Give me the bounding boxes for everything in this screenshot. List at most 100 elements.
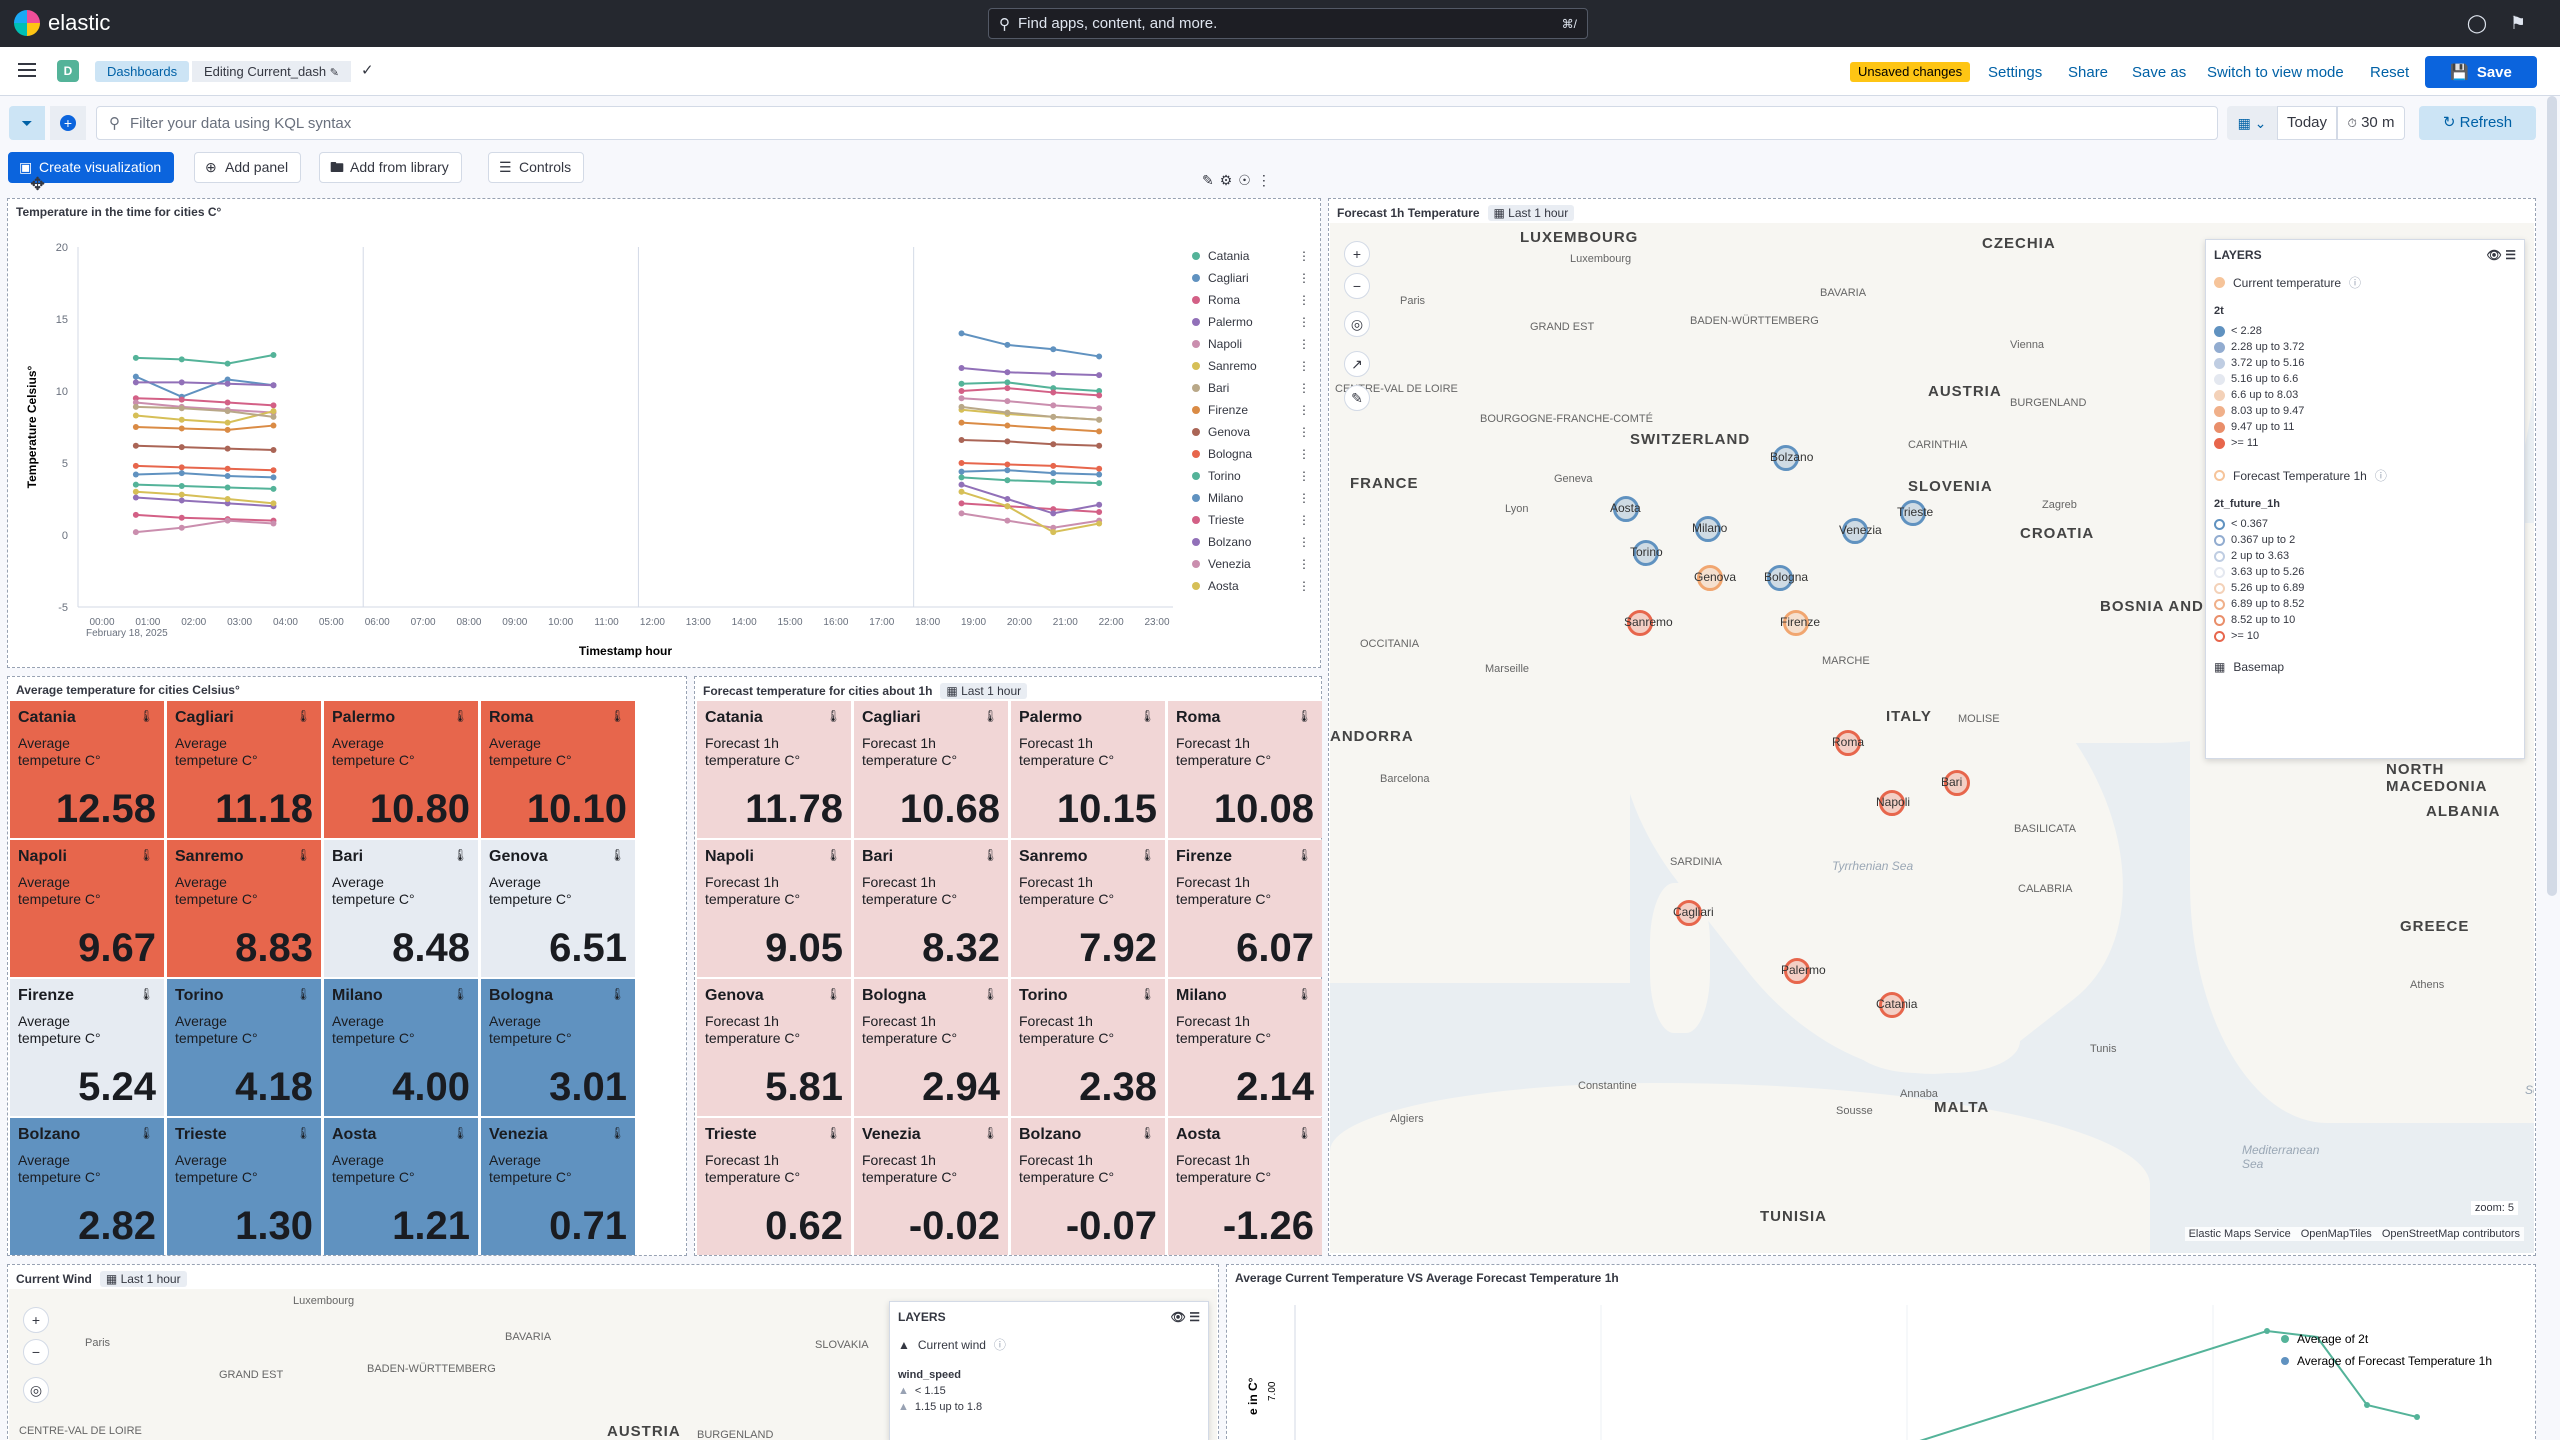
global-search[interactable]: ⚲ Find apps, content, and more. ⌘/ bbox=[988, 8, 1588, 39]
layers-actions[interactable]: 👁 ☰ bbox=[2487, 248, 2516, 262]
metric-card[interactable]: Sanremo Forecast 1h temperature C° 7.92 🌡 bbox=[1011, 840, 1165, 977]
metric-card[interactable]: Venezia Average tempeture C° 0.71 🌡 bbox=[481, 1118, 635, 1255]
legend-more-icon[interactable]: ⋮ bbox=[1298, 337, 1310, 351]
metric-card[interactable]: Torino Forecast 1h temperature C° 2.38 🌡 bbox=[1011, 979, 1165, 1116]
legend-label[interactable]: Torino bbox=[1208, 469, 1241, 483]
layer-basemap[interactable]: ▦ Basemap bbox=[2206, 656, 2524, 678]
zoom-out-button[interactable]: − bbox=[23, 1339, 49, 1365]
legend-label[interactable]: Venezia bbox=[1208, 557, 1251, 571]
metric-card[interactable]: Roma Forecast 1h temperature C° 10.08 🌡 bbox=[1168, 701, 1322, 838]
metric-card[interactable]: Bologna Forecast 1h temperature C° 2.94 🌡 bbox=[854, 979, 1008, 1116]
legend-more-icon[interactable]: ⋮ bbox=[1298, 403, 1310, 417]
legend-more-icon[interactable]: ⋮ bbox=[1298, 447, 1310, 461]
share-link[interactable]: Share bbox=[2068, 64, 2108, 81]
check-icon[interactable]: ✓ bbox=[361, 61, 374, 79]
legend-label[interactable]: Roma bbox=[1208, 293, 1240, 307]
space-avatar[interactable]: D bbox=[57, 60, 79, 82]
metric-card[interactable]: Bolzano Forecast 1h temperature C° -0.07 🌡 bbox=[1011, 1118, 1165, 1255]
layer-current-wind[interactable]: ▲ Current wind ⓘ bbox=[890, 1332, 1208, 1357]
legend-more-icon[interactable]: ⋮ bbox=[1298, 579, 1310, 593]
refresh-button[interactable]: ↻ Refresh bbox=[2419, 106, 2536, 140]
legend-label[interactable]: Bolzano bbox=[1208, 535, 1252, 549]
metric-card[interactable]: Torino Average tempeture C° 4.18 🌡 bbox=[167, 979, 321, 1116]
legend-label[interactable]: Firenze bbox=[1208, 403, 1248, 417]
layers-actions[interactable]: 👁 ☰ bbox=[1171, 1310, 1200, 1324]
page-scrollbar[interactable] bbox=[2547, 96, 2557, 896]
move-icon[interactable]: ✥ bbox=[30, 174, 45, 195]
menu-icon[interactable] bbox=[18, 63, 36, 77]
metric-card[interactable]: Firenze Forecast 1h temperature C° 6.07 🌡 bbox=[1168, 840, 1322, 977]
add-filter-button[interactable]: + bbox=[50, 106, 86, 140]
metric-card[interactable]: Genova Forecast 1h temperature C° 5.81 🌡 bbox=[697, 979, 851, 1116]
metric-card[interactable]: Cagliari Average tempeture C° 11.18 🌡 bbox=[167, 701, 321, 838]
metric-card[interactable]: Catania Average tempeture C° 12.58 🌡 bbox=[10, 701, 164, 838]
legend-more-icon[interactable]: ⋮ bbox=[1298, 315, 1310, 329]
metric-card[interactable]: Venezia Forecast 1h temperature C° -0.02 🌡 bbox=[854, 1118, 1008, 1255]
fit-bounds-icon[interactable]: ◎ bbox=[1344, 311, 1370, 337]
save-button[interactable]: 💾 Save bbox=[2425, 56, 2537, 88]
metric-card[interactable]: Trieste Average tempeture C° 1.30 🌡 bbox=[167, 1118, 321, 1255]
fit-bounds-icon[interactable]: ◎ bbox=[23, 1377, 49, 1403]
legend-label[interactable]: Milano bbox=[1208, 491, 1244, 505]
forecast-map[interactable]: LUXEMBOURG CZECHIA FRANCE SWITZERLAND AUSTRI… bbox=[1330, 223, 2534, 1253]
attribution-link[interactable]: Elastic Maps Service bbox=[2189, 1228, 2291, 1240]
metric-card[interactable]: Bari Forecast 1h temperature C° 8.32 🌡 bbox=[854, 840, 1008, 977]
date-range[interactable]: Today bbox=[2277, 106, 2337, 140]
notifications-icon[interactable]: ⚑ bbox=[2507, 12, 2529, 34]
save-as-link[interactable]: Save as bbox=[2132, 64, 2186, 81]
metric-card[interactable]: Catania Forecast 1h temperature C° 11.78 🌡 bbox=[697, 701, 851, 838]
legend-label[interactable]: Palermo bbox=[1208, 315, 1253, 329]
metric-card[interactable]: Napoli Average tempeture C° 9.67 🌡 bbox=[10, 840, 164, 977]
metric-card[interactable]: Palermo Average tempeture C° 10.80 🌡 bbox=[324, 701, 478, 838]
add-from-library-button[interactable]: 🖿 Add from library bbox=[319, 152, 462, 183]
legend-label[interactable]: Aosta bbox=[1208, 579, 1239, 593]
reset-link[interactable]: Reset bbox=[2370, 64, 2409, 81]
legend-more-icon[interactable]: ⋮ bbox=[1298, 425, 1310, 439]
legend-more-icon[interactable]: ⋮ bbox=[1298, 381, 1310, 395]
legend-more-icon[interactable]: ⋮ bbox=[1298, 491, 1310, 505]
legend-more-icon[interactable]: ⋮ bbox=[1298, 513, 1310, 527]
metric-card[interactable]: Cagliari Forecast 1h temperature C° 10.68 🌡 bbox=[854, 701, 1008, 838]
settings-link[interactable]: Settings bbox=[1988, 64, 2042, 81]
metric-card[interactable]: Milano Average tempeture C° 4.00 🌡 bbox=[324, 979, 478, 1116]
help-icon[interactable]: ◯ bbox=[2466, 12, 2488, 34]
metric-card[interactable]: Bolzano Average tempeture C° 2.82 🌡 bbox=[10, 1118, 164, 1255]
explore-icon[interactable]: ☉ bbox=[1238, 172, 1251, 194]
legend-more-icon[interactable]: ⋮ bbox=[1298, 557, 1310, 571]
metric-card[interactable]: Aosta Average tempeture C° 1.21 🌡 bbox=[324, 1118, 478, 1255]
metric-card[interactable]: Aosta Forecast 1h temperature C° -1.26 🌡 bbox=[1168, 1118, 1322, 1255]
controls-button[interactable]: ☰ Controls bbox=[488, 152, 585, 183]
metric-card[interactable]: Genova Average tempeture C° 6.51 🌡 bbox=[481, 840, 635, 977]
breadcrumb-dashboards[interactable]: Dashboards bbox=[95, 61, 190, 82]
zoom-in-button[interactable]: + bbox=[23, 1307, 49, 1333]
attribution-link[interactable]: OpenMapTiles bbox=[2301, 1228, 2372, 1240]
kql-search-input[interactable]: ⚲ Filter your data using KQL syntax bbox=[96, 106, 2218, 140]
attribution-link[interactable]: OpenStreetMap contributors bbox=[2382, 1228, 2520, 1240]
draw-shape-icon[interactable]: ✎ bbox=[1344, 385, 1370, 411]
legend-more-icon[interactable]: ⋮ bbox=[1298, 469, 1310, 483]
legend-label[interactable]: Trieste bbox=[1208, 513, 1245, 527]
zoom-in-button[interactable]: + bbox=[1344, 241, 1370, 267]
filter-menu-button[interactable]: ⏷ bbox=[9, 106, 45, 140]
layer-forecast-temperature[interactable]: Forecast Temperature 1h ⓘ bbox=[2206, 463, 2524, 488]
gear-icon[interactable]: ⚙ bbox=[1220, 172, 1233, 194]
add-panel-button[interactable]: ⊕ Add panel bbox=[194, 152, 302, 183]
legend-label[interactable]: Cagliari bbox=[1208, 271, 1249, 285]
elastic-logo[interactable]: elastic bbox=[14, 10, 110, 36]
edit-icon[interactable]: ✎ bbox=[1202, 172, 1214, 194]
more-icon[interactable]: ⋮ bbox=[1257, 172, 1271, 194]
metric-card[interactable]: Firenze Average tempeture C° 5.24 🌡 bbox=[10, 979, 164, 1116]
legend-label[interactable]: Bari bbox=[1208, 381, 1229, 395]
legend-label[interactable]: Sanremo bbox=[1208, 359, 1257, 373]
legend-more-icon[interactable]: ⋮ bbox=[1298, 359, 1310, 373]
legend-label[interactable]: Bologna bbox=[1208, 447, 1252, 461]
legend-label[interactable]: Napoli bbox=[1208, 337, 1242, 351]
zoom-out-button[interactable]: − bbox=[1344, 273, 1370, 299]
refresh-interval[interactable]: ⏱ 30 m bbox=[2337, 106, 2405, 140]
draw-line-icon[interactable]: ↗ bbox=[1344, 351, 1370, 377]
metric-card[interactable]: Trieste Forecast 1h temperature C° 0.62 🌡 bbox=[697, 1118, 851, 1255]
metric-card[interactable]: Bologna Average tempeture C° 3.01 🌡 bbox=[481, 979, 635, 1116]
breadcrumb-current[interactable]: Editing Current_dash ✎ bbox=[192, 61, 351, 82]
layer-current-temperature[interactable]: Current temperature ⓘ bbox=[2206, 270, 2524, 295]
metric-card[interactable]: Sanremo Average tempeture C° 8.83 🌡 bbox=[167, 840, 321, 977]
